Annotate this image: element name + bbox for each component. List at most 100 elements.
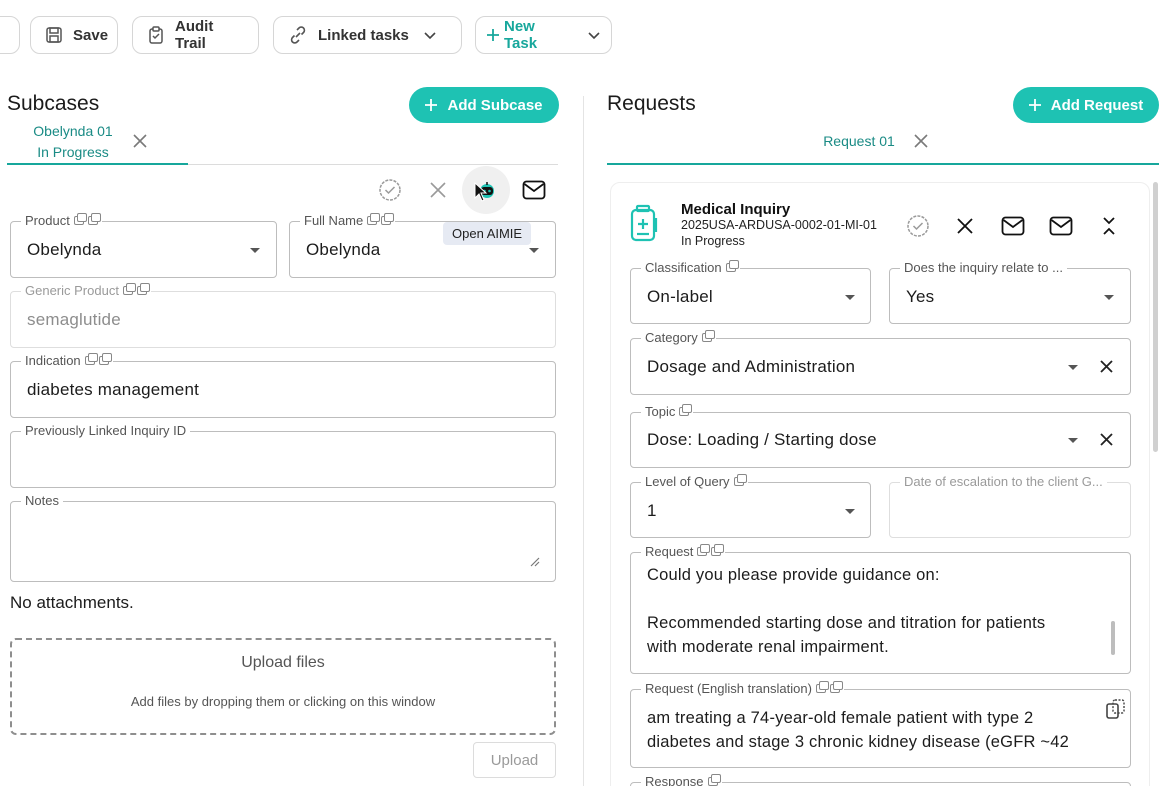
- request-english-textarea[interactable]: Request (English translation) am treatin…: [630, 681, 1131, 768]
- request-english-label-text: Request (English translation): [645, 681, 812, 696]
- close-icon[interactable]: [956, 217, 974, 235]
- generic-product-label: Generic Product: [21, 283, 151, 298]
- resize-handle-icon[interactable]: [528, 555, 540, 567]
- level-of-query-select[interactable]: Level of Query 1: [630, 474, 871, 538]
- add-subcase-label: Add Subcase: [447, 96, 543, 114]
- product-label-text: Product: [25, 213, 70, 228]
- level-value: 1: [647, 501, 657, 520]
- copy-icon: [73, 213, 87, 225]
- clipboard-check-icon: [149, 26, 163, 44]
- cursor-icon: [474, 182, 488, 202]
- save-label: Save: [73, 26, 109, 44]
- request-label-text: Request: [645, 544, 694, 559]
- mail-icon[interactable]: [522, 180, 546, 200]
- upload-button[interactable]: Upload: [473, 742, 556, 778]
- close-tab-icon[interactable]: [132, 133, 148, 149]
- request-english-line-2: diabetes and stage 3 chronic kidney dise…: [647, 733, 1069, 751]
- copy-translation-icon[interactable]: [1105, 698, 1127, 720]
- response-label-text: Response: [645, 774, 704, 786]
- indication-label-text: Indication: [25, 353, 81, 368]
- copy-icon: [367, 213, 381, 225]
- copy-icon: [725, 260, 739, 272]
- previously-linked-inquiry-field[interactable]: Previously Linked Inquiry ID: [10, 423, 556, 488]
- active-tab-indicator: [7, 163, 188, 165]
- category-label-text: Category: [645, 330, 698, 345]
- response-label: Response: [641, 774, 722, 786]
- close-tab-icon[interactable]: [913, 133, 929, 149]
- tab-subcase-obelynda-01[interactable]: Obelynda 01 In Progress: [14, 121, 132, 163]
- chevron-down-icon: [424, 32, 436, 40]
- classification-select[interactable]: Classification On-label: [630, 260, 871, 324]
- clear-icon[interactable]: [1099, 432, 1114, 447]
- caret-down-icon: [845, 295, 855, 300]
- chevron-down-icon: [588, 32, 600, 40]
- linked-tasks-dropdown[interactable]: Linked tasks: [273, 16, 462, 54]
- card-status: In Progress: [681, 234, 745, 248]
- topic-select[interactable]: Topic Dose: Loading / Starting dose: [630, 404, 1131, 468]
- textarea-scrollbar[interactable]: [1111, 621, 1115, 655]
- caret-down-icon: [1068, 365, 1078, 370]
- request-textarea[interactable]: Request Could you please provide guidanc…: [630, 544, 1131, 674]
- indication-field[interactable]: Indication diabetes management: [10, 353, 556, 418]
- collapse-icon[interactable]: [1101, 215, 1117, 237]
- copy-icon: [697, 544, 711, 556]
- card-title: Medical Inquiry: [681, 201, 791, 218]
- copy-icon: [711, 544, 725, 556]
- relates-value: Yes: [906, 287, 935, 306]
- relates-label: Does the inquiry relate to ...: [900, 260, 1067, 275]
- indication-value: diabetes management: [27, 380, 200, 399]
- tooltip: Open AIMIE: [443, 222, 532, 245]
- card-inquiry-id: 2025USA-ARDUSA-0002-01-MI-01: [681, 218, 877, 232]
- requests-title: Requests: [607, 92, 696, 115]
- copy-icon: [122, 283, 136, 295]
- scrollbar[interactable]: [1153, 182, 1158, 452]
- check-circle-icon[interactable]: [378, 178, 402, 202]
- response-textarea[interactable]: Response: [630, 774, 1131, 786]
- upload-dropzone[interactable]: Upload files Add files by dropping them …: [10, 638, 556, 735]
- notes-label: Notes: [21, 493, 63, 508]
- topic-label: Topic: [641, 404, 694, 419]
- new-task-label: New Task: [504, 18, 538, 52]
- topic-label-text: Topic: [645, 404, 676, 419]
- panel-splitter: [583, 96, 584, 786]
- check-circle-icon[interactable]: [906, 214, 930, 238]
- notes-field[interactable]: Notes: [10, 493, 556, 582]
- toolbar: Save Audit Trail Linked tasks New Task: [0, 16, 1170, 54]
- indication-label: Indication: [21, 353, 113, 368]
- caret-down-icon: [1068, 438, 1078, 443]
- link-icon: [290, 26, 306, 44]
- upload-title: Upload files: [241, 654, 325, 671]
- relates-label-text: Does the inquiry relate to ...: [904, 260, 1063, 275]
- classification-value: On-label: [647, 287, 713, 306]
- copy-icon: [815, 681, 829, 693]
- clear-icon[interactable]: [1099, 359, 1114, 374]
- upload-subtitle: Add files by dropping them or clicking o…: [130, 694, 436, 709]
- tab-name: Obelynda 01: [33, 123, 113, 139]
- aimie-button[interactable]: [462, 166, 510, 214]
- tab-divider: [188, 164, 558, 165]
- level-label-text: Level of Query: [645, 474, 730, 489]
- tab-request-01[interactable]: Request 01: [808, 131, 910, 152]
- active-tab-indicator: [607, 163, 1159, 165]
- request-english-line-1: am treating a 74-year-old female patient…: [647, 709, 1034, 727]
- request-english-label: Request (English translation): [641, 681, 844, 696]
- product-value: Obelynda: [27, 240, 102, 259]
- toolbar-partial-button[interactable]: [0, 16, 20, 54]
- plus-icon: [1028, 99, 1041, 111]
- category-label: Category: [641, 330, 716, 345]
- mail-icon[interactable]: [1001, 216, 1025, 236]
- save-button[interactable]: Save: [30, 16, 118, 54]
- audit-trail-button[interactable]: Audit Trail: [132, 16, 259, 54]
- full-name-value: Obelynda: [306, 240, 381, 259]
- add-subcase-button[interactable]: Add Subcase: [409, 87, 559, 123]
- caret-down-icon: [250, 248, 260, 253]
- caret-down-icon: [845, 509, 855, 514]
- plus-icon: [425, 99, 438, 111]
- close-icon[interactable]: [429, 181, 447, 199]
- category-select[interactable]: Category Dosage and Administration: [630, 330, 1131, 395]
- relates-select[interactable]: Does the inquiry relate to ... Yes: [889, 260, 1131, 324]
- new-task-button[interactable]: New Task: [475, 16, 612, 54]
- product-select[interactable]: Product Obelynda: [10, 213, 277, 278]
- mail-icon[interactable]: [1049, 216, 1073, 236]
- add-request-button[interactable]: Add Request: [1013, 87, 1159, 123]
